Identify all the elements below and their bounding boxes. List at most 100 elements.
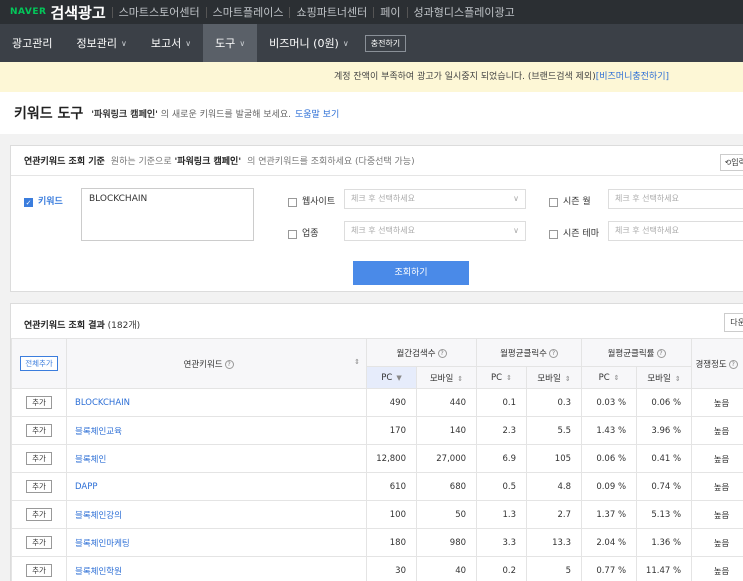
season-theme-checkbox[interactable] [549, 227, 558, 240]
nav-item-tools[interactable]: 도구 ∨ [203, 24, 258, 62]
charge-button[interactable]: 충전하기 [364, 34, 407, 52]
add-keyword-button[interactable]: 추가 [26, 480, 52, 493]
keyword-checkbox[interactable]: ✓ [24, 195, 33, 208]
nav-item-label: 광고관리 [12, 37, 53, 50]
industry-select[interactable]: 체크 후 선택하세요 ∨ [344, 221, 526, 241]
chevron-down-icon: ∨ [342, 38, 349, 48]
reset-input-button[interactable]: ⟲입력 [719, 154, 743, 171]
monthly-ctr-label: 월평균클릭률 [607, 348, 655, 359]
industry-select-placeholder: 체크 후 선택하세요 [351, 226, 415, 235]
help-link[interactable]: 도움말 보기 [295, 107, 339, 120]
nav-item-ad-management[interactable]: 광고관리 [0, 24, 64, 62]
nav-item-info-management[interactable]: 정보관리 ∨ [64, 24, 138, 62]
click-pc-header[interactable]: PC ⇕ [476, 366, 528, 389]
click-mobile-cell: 105 [526, 444, 583, 473]
top-service-bar: NAVER 검색광고 스마트스토어센터 스마트플레이스 쇼핑파트너센터 페이 성… [0, 0, 743, 24]
add-keyword-button[interactable]: 추가 [26, 452, 52, 465]
competition-cell: 높음 [691, 444, 743, 473]
search-mobile-cell: 50 [415, 500, 478, 529]
monthly-search-label: 월간검색수 [396, 348, 436, 359]
ctr-pc-header[interactable]: PC ⇕ [581, 366, 638, 389]
service-link-pay[interactable]: 페이 [373, 6, 406, 18]
keyword-cell[interactable]: 블록체인마케팅 [66, 528, 367, 557]
click-mobile-header[interactable]: 모바일 ⇕ [526, 366, 583, 389]
keyword-cell[interactable]: BLOCKCHAIN [66, 388, 367, 417]
industry-checkbox[interactable] [288, 227, 297, 240]
season-month-select[interactable]: 체크 후 선택하세요 [608, 189, 743, 209]
add-all-button[interactable]: 전체추가 [20, 356, 58, 371]
help-icon[interactable]: ? [437, 348, 447, 358]
keyword-column-header[interactable]: 연관키워드? ⇕ [66, 338, 367, 389]
monthly-search-header: 월간검색수? [365, 338, 478, 367]
website-select[interactable]: 체크 후 선택하세요 ∨ [344, 189, 526, 209]
search-mobile-header[interactable]: 모바일 ⇕ [415, 366, 478, 389]
nav-item-label: 도구 [215, 37, 236, 50]
add-keyword-button[interactable]: 추가 [26, 508, 52, 521]
website-checkbox[interactable] [288, 195, 297, 208]
keyword-textarea[interactable]: BLOCKCHAIN [81, 188, 254, 241]
naver-logo[interactable]: NAVER [10, 7, 46, 17]
help-icon[interactable]: ? [548, 348, 558, 358]
click-pc-cell: 0.1 [476, 388, 528, 417]
service-link-smartplace[interactable]: 스마트플레이스 [205, 6, 290, 18]
ctr-mobile-cell: 0.74 % [636, 472, 693, 501]
brand-title[interactable]: 검색광고 [50, 2, 105, 23]
sort-desc-icon: ▼ [396, 373, 402, 382]
nav-item-reports[interactable]: 보고서 ∨ [139, 24, 203, 62]
download-button[interactable]: 다운 [724, 313, 743, 332]
help-icon[interactable]: ? [224, 359, 234, 369]
ctr-pc-cell: 2.04 % [581, 528, 638, 557]
service-link-shopping-partner[interactable]: 쇼핑파트너센터 [289, 6, 373, 18]
website-select-placeholder: 체크 후 선택하세요 [351, 194, 415, 203]
chevron-down-icon: ∨ [513, 194, 519, 203]
add-all-header: 전체추가 [11, 338, 67, 389]
ctr-mobile-header[interactable]: 모바일 ⇕ [636, 366, 693, 389]
pc-label: PC [598, 372, 610, 383]
help-icon[interactable]: ? [656, 348, 666, 358]
search-pc-cell: 610 [366, 472, 417, 501]
add-keyword-button[interactable]: 추가 [26, 564, 52, 577]
search-pc-cell: 30 [366, 556, 417, 581]
ctr-mobile-cell: 3.96 % [636, 416, 693, 445]
criteria-title: 연관키워드 조회 기준 [24, 157, 105, 167]
keyword-cell[interactable]: 블록체인학원 [66, 556, 367, 581]
service-link-smartstore[interactable]: 스마트스토어센터 [111, 6, 206, 18]
click-pc-cell: 1.3 [476, 500, 528, 529]
competition-header[interactable]: 경쟁정도?⇕ [691, 338, 743, 389]
keyword-label: 키워드 [38, 197, 63, 207]
keyword-cell[interactable]: 블록체인 [66, 444, 367, 473]
add-keyword-button[interactable]: 추가 [26, 396, 52, 409]
click-mobile-cell: 5 [526, 556, 583, 581]
criteria-panel: 연관키워드 조회 기준 원하는 기준으로 '파워링크 캠페인' 의 연관키워드를 … [10, 145, 743, 292]
bizmoney-charge-link[interactable]: [비즈머니충전하기] [596, 72, 669, 82]
sort-icon[interactable]: ⇕ [354, 358, 360, 366]
nav-item-bizmoney[interactable]: 비즈머니 (0원) ∨ [257, 24, 361, 62]
add-keyword-button[interactable]: 추가 [26, 536, 52, 549]
season-theme-select[interactable]: 체크 후 선택하세요 [608, 221, 743, 241]
add-cell: 추가 [11, 444, 67, 473]
sort-icon: ⇕ [564, 374, 571, 383]
add-cell: 추가 [11, 472, 67, 501]
search-pc-header[interactable]: PC ▼ [366, 366, 417, 389]
season-theme-label: 시즌 테마 [563, 229, 599, 239]
service-link-display-ads[interactable]: 성과형디스플레이광고 [406, 6, 521, 18]
mobile-label: 모바일 [647, 373, 671, 384]
pc-label: PC [491, 372, 503, 383]
ctr-mobile-cell: 5.13 % [636, 500, 693, 529]
industry-label: 업종 [302, 229, 319, 239]
add-keyword-button[interactable]: 추가 [26, 424, 52, 437]
website-label: 웹사이트 [302, 197, 336, 207]
help-icon[interactable]: ? [728, 359, 738, 369]
search-button[interactable]: 조회하기 [353, 261, 469, 285]
season-month-checkbox[interactable] [549, 195, 558, 208]
keyword-cell[interactable]: 블록체인교육 [66, 416, 367, 445]
check-icon: ✓ [24, 197, 33, 207]
search-mobile-cell: 140 [415, 416, 478, 445]
ctr-pc-cell: 1.43 % [581, 416, 638, 445]
add-cell: 추가 [11, 416, 67, 445]
keyword-cell[interactable]: 블록체인강의 [66, 500, 367, 529]
ctr-mobile-cell: 0.41 % [636, 444, 693, 473]
monthly-click-label: 월평균클릭수 [500, 348, 547, 359]
sort-icon: ⇕ [613, 373, 620, 382]
keyword-cell[interactable]: DAPP [66, 472, 367, 501]
